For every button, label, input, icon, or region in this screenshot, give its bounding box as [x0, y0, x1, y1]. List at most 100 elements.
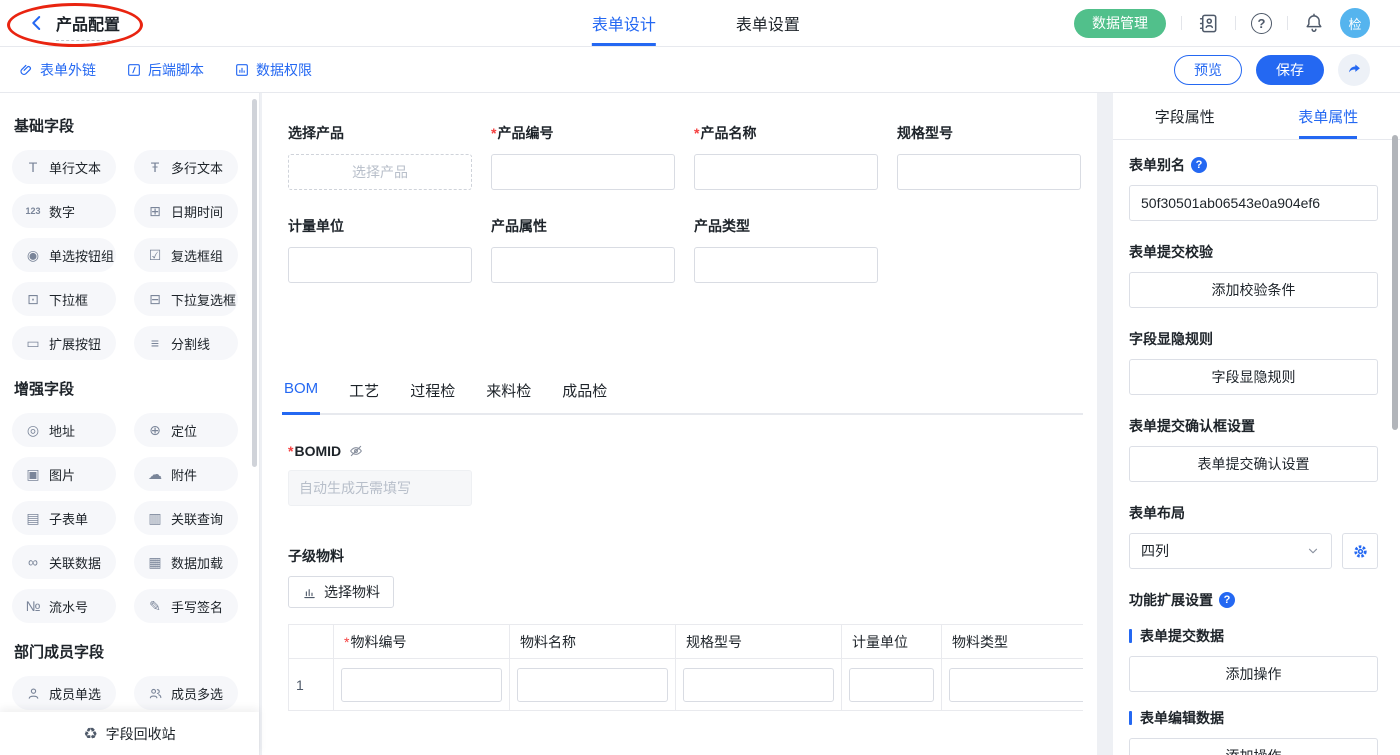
panel-tabs: 字段属性 表单属性 [1113, 93, 1400, 140]
section-basic-fields: 基础字段 [14, 115, 259, 136]
spec-model-cell-input[interactable] [683, 668, 834, 702]
layout-gear-button[interactable] [1342, 533, 1378, 569]
button-icon: ▭ [24, 336, 42, 350]
help-icon[interactable]: ? [1251, 13, 1272, 34]
member-multi-icon [146, 686, 164, 701]
col-material-type: 物料类型 [942, 625, 1084, 659]
image-icon: ▣ [24, 467, 42, 481]
tab-bom[interactable]: BOM [282, 380, 320, 415]
sidebar-item-number[interactable]: 123数字 [12, 194, 116, 228]
tab-incoming-check[interactable]: 来料检 [484, 380, 533, 415]
external-link-button[interactable]: 表单外链 [18, 60, 96, 80]
form-toolbar: 表单外链 后端脚本 数据权限 预览 保存 [0, 47, 1400, 93]
tab-field-properties[interactable]: 字段属性 [1113, 93, 1257, 139]
material-code-input[interactable] [341, 668, 502, 702]
chevron-down-icon [1306, 544, 1320, 558]
sidebar-scrollbar[interactable] [252, 99, 257, 467]
backend-script-button[interactable]: 后端脚本 [126, 60, 204, 80]
unit-cell-input[interactable] [849, 668, 934, 702]
field-visibility-button[interactable]: 字段显隐规则 [1129, 359, 1378, 395]
bar-chart-icon [302, 585, 317, 600]
sidebar-item-datetime[interactable]: ⊞日期时间 [134, 194, 238, 228]
contact-book-icon[interactable] [1197, 12, 1220, 35]
data-manage-button[interactable]: 数据管理 [1074, 9, 1166, 38]
sidebar-item-address[interactable]: ◎地址 [12, 413, 116, 447]
sidebar-item-location[interactable]: ⊕定位 [134, 413, 238, 447]
panel-scrollbar[interactable] [1392, 135, 1398, 430]
section-submit-validation: 表单提交校验 添加校验条件 [1129, 242, 1378, 308]
material-name-input[interactable] [517, 668, 668, 702]
tab-process[interactable]: 工艺 [347, 380, 381, 415]
sidebar-item-extend-button[interactable]: ▭扩展按钮 [12, 326, 116, 360]
tab-form-properties[interactable]: 表单属性 [1257, 93, 1400, 139]
field-unit[interactable]: 计量单位 [288, 216, 472, 283]
col-material-code: *物料编号 [334, 625, 510, 659]
sidebar-item-divider-line[interactable]: ≡分割线 [134, 326, 238, 360]
product-name-input[interactable] [694, 154, 878, 190]
sidebar-item-relation-query[interactable]: ▥关联查询 [134, 501, 238, 535]
tab-process-check[interactable]: 过程检 [408, 380, 457, 415]
tab-form-settings[interactable]: 表单设置 [736, 0, 800, 46]
share-button[interactable] [1338, 54, 1370, 86]
sidebar-item-serial-number[interactable]: №流水号 [12, 589, 116, 623]
help-icon[interactable]: ? [1219, 592, 1235, 608]
main-body: 基础字段 T单行文本 Ŧ多行文本 123数字 ⊞日期时间 ◉单选按钮组 ☑复选框… [0, 93, 1400, 755]
help-icon[interactable]: ? [1191, 157, 1207, 173]
gear-icon [1351, 542, 1370, 561]
unit-input[interactable] [288, 247, 472, 283]
sidebar-item-relation-data[interactable]: ∞关联数据 [12, 545, 116, 579]
relation-query-icon: ▥ [146, 511, 164, 525]
avatar[interactable]: 检 [1340, 8, 1370, 38]
field-product-type[interactable]: 产品类型 [694, 216, 878, 283]
product-code-input[interactable] [491, 154, 675, 190]
save-button[interactable]: 保存 [1256, 55, 1324, 85]
sidebar-item-member-single[interactable]: 成员单选 [12, 676, 116, 710]
select-product-button[interactable]: 选择产品 [288, 154, 472, 190]
add-edit-action-button[interactable]: 添加操作 [1129, 738, 1378, 755]
sidebar-item-member-multi[interactable]: 成员多选 [134, 676, 238, 710]
field-product-code[interactable]: *产品编号 [491, 123, 675, 190]
field-spec-model[interactable]: 规格型号 [897, 123, 1081, 190]
page-title: 产品配置 [56, 11, 120, 41]
field-select-product[interactable]: 选择产品 选择产品 [288, 123, 472, 190]
sidebar-item-checkbox-group[interactable]: ☑复选框组 [134, 238, 238, 272]
layout-select[interactable]: 四列 [1129, 533, 1332, 569]
data-permission-button[interactable]: 数据权限 [234, 60, 312, 80]
pin-icon: ◎ [24, 423, 42, 437]
form-fields-grid: 选择产品 选择产品 *产品编号 *产品名称 规格型号 计量单位 [288, 123, 1083, 283]
sidebar-item-signature[interactable]: ✎手写签名 [134, 589, 238, 623]
sidebar-item-data-load[interactable]: ▦数据加载 [134, 545, 238, 579]
preview-button[interactable]: 预览 [1174, 55, 1242, 85]
divider [1287, 16, 1288, 30]
tab-form-design[interactable]: 表单设计 [592, 0, 656, 46]
section-form-layout: 表单布局 四列 [1129, 503, 1378, 569]
form-canvas[interactable]: 选择产品 选择产品 *产品编号 *产品名称 规格型号 计量单位 [262, 93, 1097, 755]
field-product-attr[interactable]: 产品属性 [491, 216, 675, 283]
sidebar-item-single-line-text[interactable]: T单行文本 [12, 150, 116, 184]
select-material-button[interactable]: 选择物料 [288, 576, 394, 608]
sidebar-item-select[interactable]: ⊡下拉框 [12, 282, 116, 316]
bomid-input[interactable] [288, 470, 472, 506]
form-alias-input[interactable] [1129, 185, 1378, 221]
tab-finished-check[interactable]: 成品检 [560, 380, 609, 415]
product-type-input[interactable] [694, 247, 878, 283]
submit-confirm-button[interactable]: 表单提交确认设置 [1129, 446, 1378, 482]
back-icon[interactable] [28, 14, 46, 32]
sidebar-item-radio-group[interactable]: ◉单选按钮组 [12, 238, 116, 272]
sidebar-item-multi-line-text[interactable]: Ŧ多行文本 [134, 150, 238, 184]
field-product-name[interactable]: *产品名称 [694, 123, 878, 190]
sidebar-item-subform[interactable]: ▤子表单 [12, 501, 116, 535]
bell-icon[interactable] [1303, 12, 1325, 34]
add-validation-button[interactable]: 添加校验条件 [1129, 272, 1378, 308]
sidebar-item-attachment[interactable]: ☁附件 [134, 457, 238, 491]
material-type-input[interactable] [949, 668, 1083, 702]
field-recycle-bin[interactable]: ♻ 字段回收站 [0, 712, 259, 755]
add-submit-action-button[interactable]: 添加操作 [1129, 656, 1378, 692]
spec-model-input[interactable] [897, 154, 1081, 190]
eye-off-icon[interactable] [348, 443, 364, 459]
field-bomid[interactable]: *BOMID [288, 443, 1083, 506]
product-attr-input[interactable] [491, 247, 675, 283]
sidebar-item-multi-select[interactable]: ⊟下拉复选框 [134, 282, 238, 316]
code-square-icon [126, 62, 142, 78]
sidebar-item-image[interactable]: ▣图片 [12, 457, 116, 491]
